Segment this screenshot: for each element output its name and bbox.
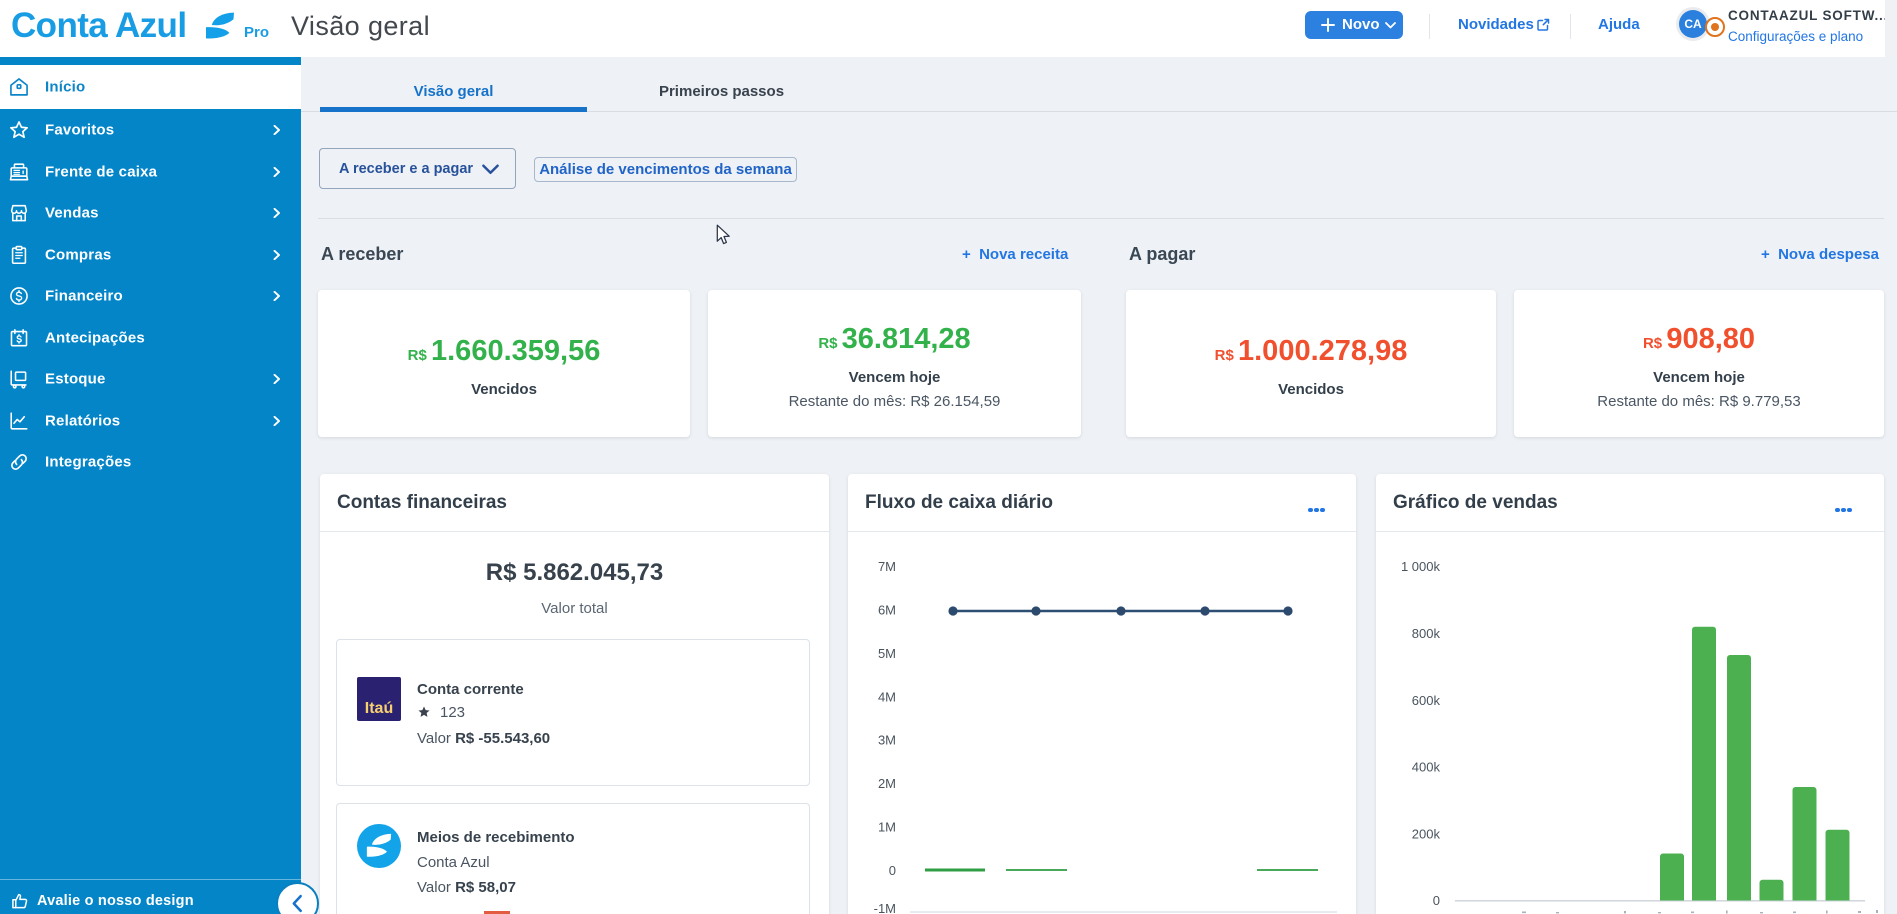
svg-text:400k: 400k [1412, 760, 1441, 775]
svg-text:200k: 200k [1412, 826, 1441, 841]
svg-text:1 000k: 1 000k [1401, 559, 1441, 574]
svg-text:4M: 4M [878, 689, 896, 704]
svg-text:600k: 600k [1412, 693, 1441, 708]
svg-text:5M: 5M [878, 646, 896, 661]
svg-text:800k: 800k [1412, 626, 1441, 641]
svg-text:7M: 7M [878, 559, 896, 574]
svg-text:3M: 3M [878, 733, 896, 748]
svg-text:2M: 2M [878, 776, 896, 791]
svg-text:6M: 6M [878, 603, 896, 618]
svg-text:0: 0 [889, 863, 896, 878]
svg-text:0: 0 [1433, 893, 1440, 908]
svg-text:1M: 1M [878, 819, 896, 834]
svg-text:-1M: -1M [874, 901, 896, 914]
